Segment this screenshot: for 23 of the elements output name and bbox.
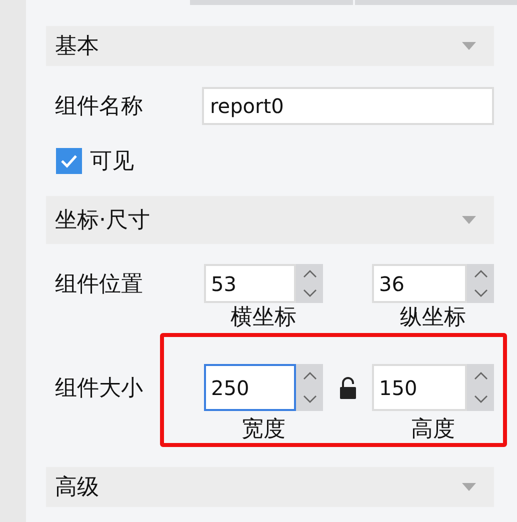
spinner[interactable] [467,364,494,411]
field-label: 组件大小 [55,374,144,402]
section-header[interactable]: 坐标·尺寸 [46,196,494,244]
checkbox-label[interactable]: 可见 [90,146,134,176]
checkbox[interactable] [56,148,82,174]
field-label: 组件位置 [55,270,144,298]
spinner[interactable] [296,264,323,303]
number-field[interactable]: 53 [204,264,296,303]
number-field[interactable]: 250 [204,364,296,411]
number-field[interactable]: 36 [372,264,467,303]
section-header[interactable]: 基本 [46,26,494,66]
field-caption: 宽度 [242,417,286,443]
spinner[interactable] [296,364,323,411]
spinner[interactable] [467,264,494,303]
unlocked-lock-icon[interactable] [340,376,356,398]
section-header[interactable]: 高级 [46,467,494,507]
check-icon [60,154,78,168]
number-field[interactable]: 150 [372,364,467,411]
field-caption: 横坐标 [230,305,296,331]
name-field[interactable]: report0 [202,87,494,125]
field-caption: 纵坐标 [400,305,466,331]
field-caption: 高度 [411,417,455,443]
field-label: 组件名称 [55,93,144,121]
